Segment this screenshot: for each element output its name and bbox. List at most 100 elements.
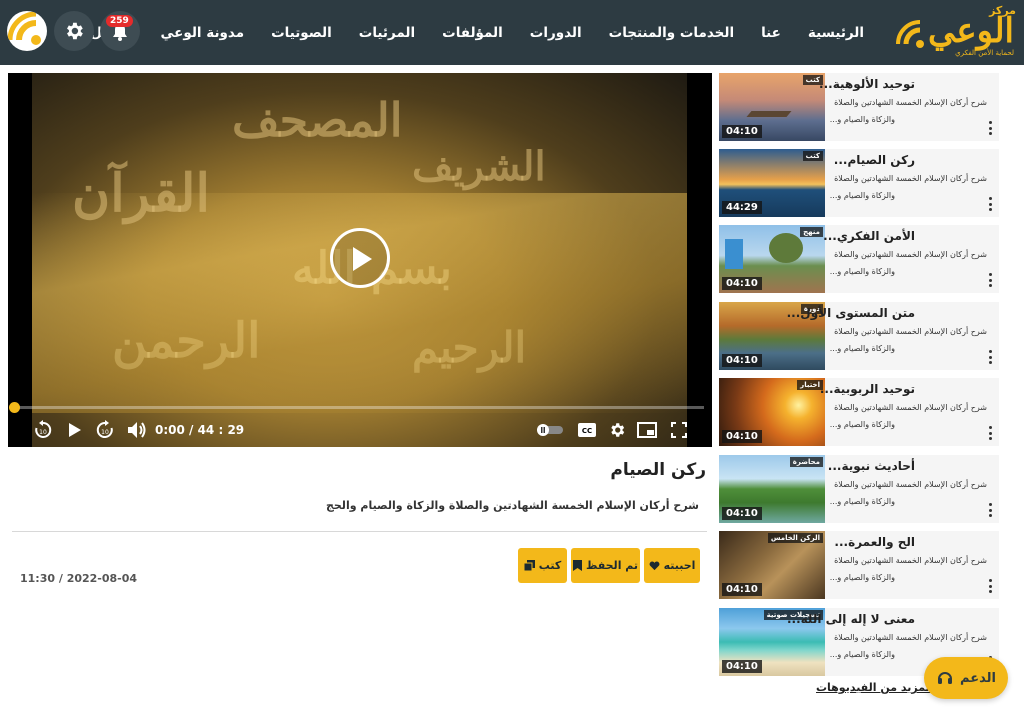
video-thumbnail[interactable]: اختبار 04:10 (719, 378, 825, 446)
duration-badge: 04:10 (722, 660, 762, 673)
play-icon (353, 247, 372, 271)
settings-button[interactable] (54, 11, 94, 51)
more-options-icon[interactable] (987, 273, 993, 287)
nav-home[interactable]: الرئيسية (808, 25, 864, 41)
player-controls: 10 10 0:00 / 44 : 29 CC (8, 417, 712, 443)
captions-button[interactable]: CC (576, 419, 598, 441)
duration-badge: 04:10 (722, 354, 762, 367)
big-play-button[interactable] (330, 228, 390, 288)
frame-calligraphy-2: الشريف (412, 143, 546, 190)
more-videos-link[interactable]: المزيد من الفيديوهات (816, 681, 933, 694)
like-label: احببته (663, 559, 696, 572)
volume-button[interactable] (126, 419, 148, 441)
main-nav: الرئيسية عنا الخدمات والمنتجات الدورات ا… (32, 0, 864, 65)
nav-courses[interactable]: الدورات (530, 25, 582, 41)
fullscreen-button[interactable] (668, 419, 690, 441)
nav-publications[interactable]: المؤلفات (442, 25, 503, 41)
nav-services[interactable]: الخدمات والمنتجات (609, 25, 734, 41)
more-options-icon[interactable] (987, 350, 993, 364)
user-avatar[interactable] (7, 11, 47, 51)
frame-calligraphy-1: المصحف (232, 93, 403, 147)
nav-videos[interactable]: المرئيات (359, 25, 415, 41)
play-small-icon (69, 423, 81, 437)
more-options-icon[interactable] (987, 579, 993, 593)
duration-badge: 04:10 (722, 583, 762, 596)
video-thumbnail[interactable]: الركن الخامس 04:10 (719, 531, 825, 599)
video-item-desc-cont: ...والزكاة والصيام و (829, 267, 895, 276)
player-settings-button[interactable] (606, 419, 628, 441)
playlist-item[interactable]: دورة 04:10 ...متن المستوى الأول شرح أركا… (719, 302, 999, 370)
pip-button[interactable] (636, 419, 658, 441)
video-title: ركن الصيام (610, 460, 706, 480)
video-player[interactable]: المصحف الشريف القرآن بسم الله الرحمن الر… (8, 73, 712, 447)
category-tag: الركن الخامس (767, 533, 823, 543)
logo-tagline: لحماية الأمن الفكري (955, 49, 1014, 57)
video-item-desc-cont: ...والزكاة والصيام و (829, 420, 895, 429)
video-description: شرح أركان الإسلام الخمسة الشهادتين والصل… (325, 499, 699, 512)
video-item-title[interactable]: ...متن المستوى الأول (787, 306, 915, 320)
playlist-item[interactable]: محاضرة 04:10 ...أحاديث نبوية شرح أركان ا… (719, 455, 999, 523)
forward-10-icon: 10 (96, 420, 113, 438)
playlist-item[interactable]: اختبار 04:10 ...توحيد الربوبية شرح أركان… (719, 378, 999, 446)
video-item-title[interactable]: ...الأمن الفكري (823, 229, 915, 243)
autoplay-toggle[interactable] (536, 419, 564, 441)
category-tag: منهج (800, 227, 823, 237)
video-progress-bar[interactable] (9, 402, 704, 413)
video-item-title[interactable]: ...أحاديث نبوية (828, 459, 915, 473)
frame-calligraphy-5: الرحمن (112, 313, 261, 369)
volume-icon (128, 422, 146, 438)
playlist-item[interactable]: كتب 04:10 ...توحيد الألوهية شرح أركان ال… (719, 73, 999, 141)
video-item-desc: شرح أركان الإسلام الخمسة الشهادتين والصل… (834, 556, 987, 565)
bookmark-icon (572, 560, 582, 571)
play-button[interactable] (64, 419, 86, 441)
site-logo[interactable]: مركز الوعي لحماية الأمن الفكري (896, 4, 1018, 60)
copy-icon (523, 560, 535, 571)
gear-icon (67, 22, 83, 40)
video-item-desc: شرح أركان الإسلام الخمسة الشهادتين والصل… (834, 633, 987, 642)
video-item-desc: شرح أركان الإسلام الخمسة الشهادتين والصل… (834, 327, 987, 336)
video-item-title[interactable]: ...الح والعمرة (834, 535, 915, 549)
video-item-desc-cont: ...والزكاة والصيام و (829, 191, 895, 200)
nav-about[interactable]: عنا (761, 25, 781, 41)
category-tag: كتب (802, 151, 823, 161)
rewind-button[interactable]: 10 (32, 419, 54, 441)
forward-button[interactable]: 10 (94, 419, 116, 441)
video-thumbnail[interactable]: محاضرة 04:10 (719, 455, 825, 523)
logo-wave-icon (896, 20, 924, 48)
books-label: كتب (538, 559, 562, 572)
books-button[interactable]: كتب (518, 548, 567, 583)
playlist-item[interactable]: الركن الخامس 04:10 ...الح والعمرة شرح أر… (719, 531, 999, 599)
playlist-item[interactable]: منهج 04:10 ...الأمن الفكري شرح أركان الإ… (719, 225, 999, 293)
nav-blog[interactable]: مدونة الوعي (161, 25, 245, 41)
more-options-icon[interactable] (987, 426, 993, 440)
duration-badge: 04:10 (722, 277, 762, 290)
progress-knob[interactable] (9, 402, 20, 413)
save-label: تم الحفظ (585, 559, 639, 572)
notification-count-badge: 259 (106, 15, 133, 27)
top-navbar: مركز الوعي لحماية الأمن الفكري الرئيسية … (0, 0, 1024, 65)
video-item-title[interactable]: ...توحيد الألوهية (819, 77, 915, 91)
video-thumbnail[interactable]: كتب 04:10 (719, 73, 825, 141)
like-button[interactable]: احببته (644, 548, 700, 583)
rewind-10-icon: 10 (35, 420, 52, 438)
video-item-title[interactable]: ...ركن الصيام (834, 153, 915, 167)
more-options-icon[interactable] (987, 121, 993, 135)
save-button[interactable]: تم الحفظ (571, 548, 640, 583)
playlist-item[interactable]: كتب 44:29 ...ركن الصيام شرح أركان الإسلا… (719, 149, 999, 217)
support-label: الدعم (960, 670, 996, 686)
support-button[interactable]: الدعم (924, 657, 1008, 699)
video-thumbnail[interactable]: منهج 04:10 (719, 225, 825, 293)
video-item-title[interactable]: ...توحيد الربوبية (820, 382, 915, 396)
nav-audios[interactable]: الصوتيات (271, 25, 332, 41)
video-item-title[interactable]: ...معنى لا إله إلى الله (787, 612, 915, 626)
player-gear-icon (611, 423, 625, 437)
headset-icon (938, 672, 953, 684)
more-options-icon[interactable] (987, 503, 993, 517)
fullscreen-icon (671, 422, 687, 438)
video-thumbnail[interactable]: كتب 44:29 (719, 149, 825, 217)
video-item-desc-cont: ...والزكاة والصيام و (829, 115, 895, 124)
logo-name: الوعي (928, 11, 1014, 51)
svg-text:CC: CC (582, 427, 592, 435)
more-options-icon[interactable] (987, 197, 993, 211)
video-item-desc: شرح أركان الإسلام الخمسة الشهادتين والصل… (834, 98, 987, 107)
